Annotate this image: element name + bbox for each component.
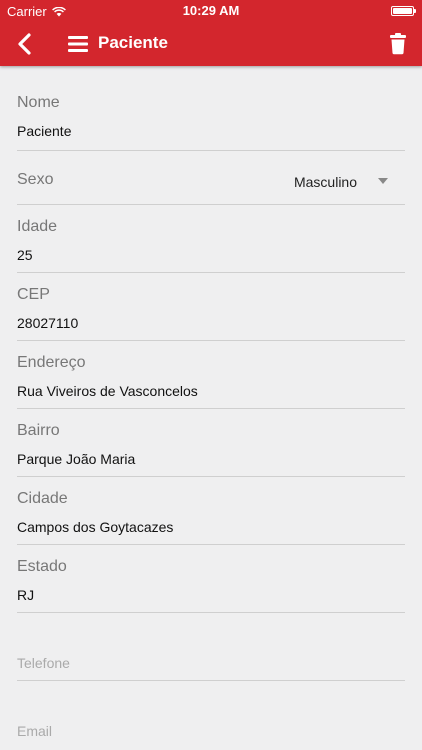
email-field[interactable]: Email: [17, 681, 405, 749]
trash-icon: [390, 33, 406, 55]
page-title: Paciente: [98, 33, 168, 52]
telefone-placeholder[interactable]: Telefone: [17, 655, 70, 671]
status-time: 10:29 AM: [182, 3, 240, 18]
sexo-field[interactable]: Sexo Masculino: [17, 151, 405, 205]
estado-field[interactable]: Estado RJ: [17, 545, 405, 613]
bairro-value[interactable]: Parque João Maria: [17, 451, 135, 467]
cep-label: CEP: [17, 286, 50, 303]
patient-form: Nome Paciente Sexo Masculino Idade 25 CE…: [0, 66, 422, 749]
menu-icon: [68, 36, 88, 52]
endereco-field[interactable]: Endereço Rua Viveiros de Vasconcelos: [17, 341, 405, 409]
idade-label: Idade: [17, 218, 58, 235]
cidade-value[interactable]: Campos dos Goytacazes: [17, 519, 173, 535]
nome-value[interactable]: Paciente: [17, 123, 71, 139]
nome-field[interactable]: Nome Paciente: [17, 66, 405, 151]
bairro-field[interactable]: Bairro Parque João Maria: [17, 409, 405, 477]
delete-button[interactable]: [389, 31, 407, 55]
back-chevron-icon: [18, 33, 31, 55]
sexo-label: Sexo: [17, 171, 54, 188]
cep-field[interactable]: CEP 28027110: [17, 273, 405, 341]
bairro-label: Bairro: [17, 422, 60, 439]
cep-value[interactable]: 28027110: [17, 315, 78, 331]
idade-field[interactable]: Idade 25: [17, 205, 405, 273]
battery-icon: [391, 6, 416, 16]
endereco-value[interactable]: Rua Viveiros de Vasconcelos: [17, 383, 198, 399]
idade-value[interactable]: 25: [17, 247, 33, 263]
estado-label: Estado: [17, 558, 67, 575]
status-bar: Carrier 10:29 AM: [0, 0, 422, 22]
cidade-label: Cidade: [17, 490, 68, 507]
menu-button[interactable]: [68, 33, 88, 55]
dropdown-caret-icon[interactable]: [378, 178, 388, 184]
telefone-field[interactable]: Telefone: [17, 613, 405, 681]
endereco-label: Endereço: [17, 354, 86, 371]
estado-value[interactable]: RJ: [17, 587, 34, 603]
cidade-field[interactable]: Cidade Campos dos Goytacazes: [17, 477, 405, 545]
back-button[interactable]: [12, 30, 38, 58]
app-header: Carrier 10:29 AM Paciente: [0, 0, 422, 66]
email-placeholder[interactable]: Email: [17, 723, 52, 739]
sexo-select-value[interactable]: Masculino: [294, 174, 357, 190]
navigation-bar: Paciente: [0, 22, 422, 66]
nome-label: Nome: [17, 94, 60, 111]
